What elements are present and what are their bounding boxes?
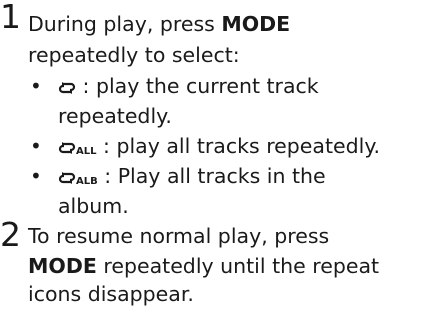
option-repeat-one-line-2: repeatedly.: [58, 104, 172, 128]
step-2-line-3: icons disappear.: [28, 282, 194, 306]
bullet-marker: •: [30, 164, 42, 188]
step-2-line-1: To resume normal play, press: [28, 224, 330, 248]
step-number: 2: [0, 215, 21, 254]
bullet-marker: •: [30, 74, 42, 98]
mode-button-label: MODE: [28, 254, 97, 278]
step-number: 1: [0, 0, 21, 36]
option-text: : play all tracks repeatedly.: [103, 134, 381, 158]
option-repeat-one: : play the current track: [58, 71, 319, 103]
option-text: : Play all tracks in the: [104, 164, 326, 188]
mode-button-label: MODE: [221, 12, 291, 36]
repeat-one-icon: [58, 73, 76, 103]
step-1-line-1: During play, press MODE: [28, 9, 290, 39]
instruction-text: repeatedly until the repeat: [96, 254, 380, 278]
option-text: : play the current track: [82, 74, 319, 98]
step-2-line-2: MODE repeatedly until the repeat: [28, 251, 379, 281]
bullet-marker: •: [30, 134, 42, 158]
instruction-text: During play, press: [28, 12, 222, 36]
option-repeat-album-line-2: album.: [58, 194, 129, 218]
repeat-album-icon-label: ALB: [76, 176, 98, 187]
step-1-line-2: repeatedly to select:: [28, 43, 240, 67]
repeat-all-icon-label: ALL: [76, 146, 97, 157]
